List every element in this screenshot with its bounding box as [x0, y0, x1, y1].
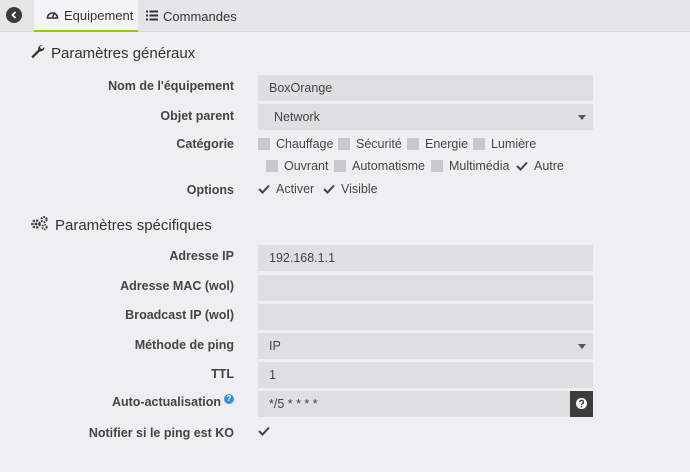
checkbox-empty-icon	[431, 160, 443, 172]
chevron-down-icon	[578, 115, 586, 120]
option-visible[interactable]: Visible	[323, 182, 378, 196]
section-general-title: Paramètres généraux	[30, 44, 195, 63]
broadcast-label: Broadcast IP (wol)	[125, 308, 234, 322]
wrench-icon	[30, 44, 45, 63]
auto-refresh-input[interactable]: */5 * * * *	[258, 391, 570, 417]
chevron-down-icon	[578, 344, 586, 349]
category-chauffage[interactable]: Chauffage	[258, 137, 333, 151]
section-specific-title: Paramètres spécifiques	[30, 215, 212, 235]
mac-input[interactable]	[258, 275, 593, 301]
back-arrow-icon[interactable]	[6, 7, 22, 23]
ip-label: Adresse IP	[169, 249, 234, 263]
notify-checkbox[interactable]	[258, 425, 270, 437]
checkbox-empty-icon	[338, 138, 350, 150]
category-multimedia[interactable]: Multimédia	[431, 159, 509, 173]
check-icon	[258, 425, 270, 437]
checkbox-empty-icon	[407, 138, 419, 150]
notify-label: Notifier si le ping est KO	[88, 426, 234, 440]
cogs-icon	[30, 215, 49, 235]
parent-select[interactable]: Network	[258, 104, 593, 130]
help-icon[interactable]: ?	[224, 393, 234, 404]
check-icon	[516, 160, 528, 172]
category-autre[interactable]: Autre	[516, 159, 564, 173]
ping-method-select[interactable]: IP	[258, 333, 593, 359]
checkbox-empty-icon	[266, 160, 278, 172]
category-energie[interactable]: Energie	[407, 137, 468, 151]
option-activer[interactable]: Activer	[258, 182, 314, 196]
tab-commandes[interactable]: Commandes	[140, 0, 237, 32]
broadcast-input[interactable]	[258, 304, 593, 330]
ttl-label: TTL	[211, 367, 234, 381]
category-automatisme[interactable]: Automatisme	[334, 159, 425, 173]
ttl-input[interactable]: 1	[258, 362, 593, 388]
category-ouvrant[interactable]: Ouvrant	[266, 159, 328, 173]
tab-bar: Equipement Commandes	[0, 0, 690, 32]
options-label: Options	[186, 183, 234, 197]
tab-commandes-label: Commandes	[163, 8, 237, 24]
checkbox-empty-icon	[473, 138, 485, 150]
category-lumiere[interactable]: Lumière	[473, 137, 536, 151]
tab-equipement[interactable]: Equipement	[34, 0, 138, 32]
dashboard-icon	[46, 8, 59, 23]
ip-input[interactable]: 192.168.1.1	[258, 245, 593, 271]
mac-label: Adresse MAC (wol)	[120, 279, 234, 293]
name-label: Nom de l'équipement	[108, 79, 234, 93]
category-securite[interactable]: Sécurité	[338, 137, 402, 151]
name-input[interactable]: BoxOrange	[258, 75, 593, 101]
cron-help-button[interactable]	[570, 391, 593, 417]
checkbox-empty-icon	[334, 160, 346, 172]
check-icon	[258, 183, 270, 195]
check-icon	[323, 183, 335, 195]
category-label: Catégorie	[176, 137, 234, 151]
parent-label: Objet parent	[160, 109, 234, 123]
ping-method-label: Méthode de ping	[134, 338, 234, 352]
question-circle-icon	[576, 397, 587, 412]
auto-refresh-label: Auto-actualisation?	[112, 393, 234, 409]
checkbox-empty-icon	[258, 138, 270, 150]
list-icon	[146, 9, 158, 24]
tab-equipement-label: Equipement	[64, 7, 134, 23]
